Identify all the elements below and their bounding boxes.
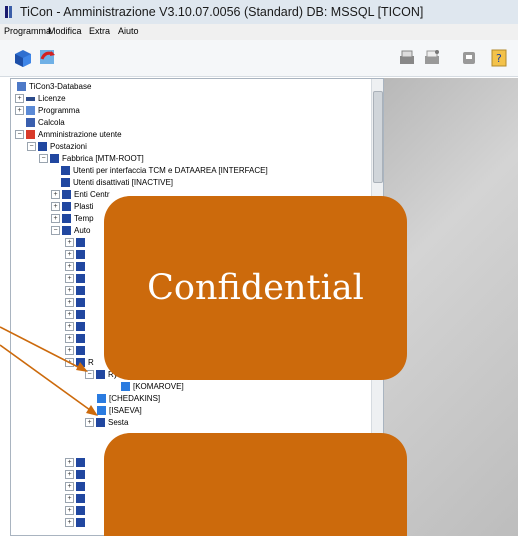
arrow-line (0, 326, 81, 369)
confidential-overlay: Confidential (104, 196, 407, 380)
arrow-head (76, 362, 88, 372)
redaction-box (104, 433, 407, 536)
confidential-label: Confidential (147, 268, 364, 308)
arrow-line (0, 344, 91, 411)
arrow-head (86, 405, 98, 416)
